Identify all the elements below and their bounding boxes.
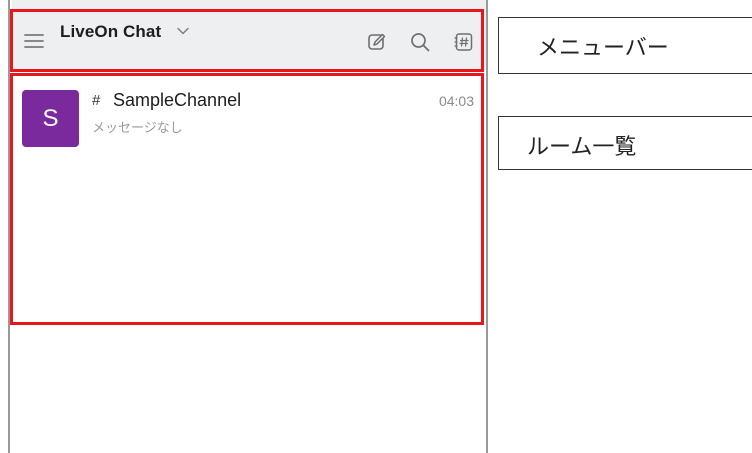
compose-icon[interactable] [367,32,387,52]
menu-bar: LiveOn Chat [12,0,486,70]
room-name: SampleChannel [113,90,242,110]
search-icon[interactable] [410,32,430,52]
app-title[interactable]: LiveOn Chat [60,22,161,42]
channel-hash-icon: # [92,92,101,109]
room-last-message-preview: メッセージなし [92,121,183,136]
room-list: S # SampleChannel 04:03 メッセージなし [12,72,486,324]
room-list-label: ルーム一覧 [498,116,752,170]
room-avatar: S [22,90,79,147]
chat-app-window: LiveOn Chat S # SampleChannel 04:03 メッセー… [8,0,488,453]
screenshot-canvas: LiveOn Chat S # SampleChannel 04:03 メッセー… [0,0,752,453]
room-list-item[interactable]: S # SampleChannel 04:03 メッセージなし [12,72,486,152]
chevron-down-icon[interactable] [177,27,189,35]
hamburger-menu-icon[interactable] [24,33,44,49]
menu-bar-label: メニューバー [498,17,752,74]
channel-list-icon[interactable] [454,32,474,52]
room-last-message-time: 04:03 [438,93,474,109]
